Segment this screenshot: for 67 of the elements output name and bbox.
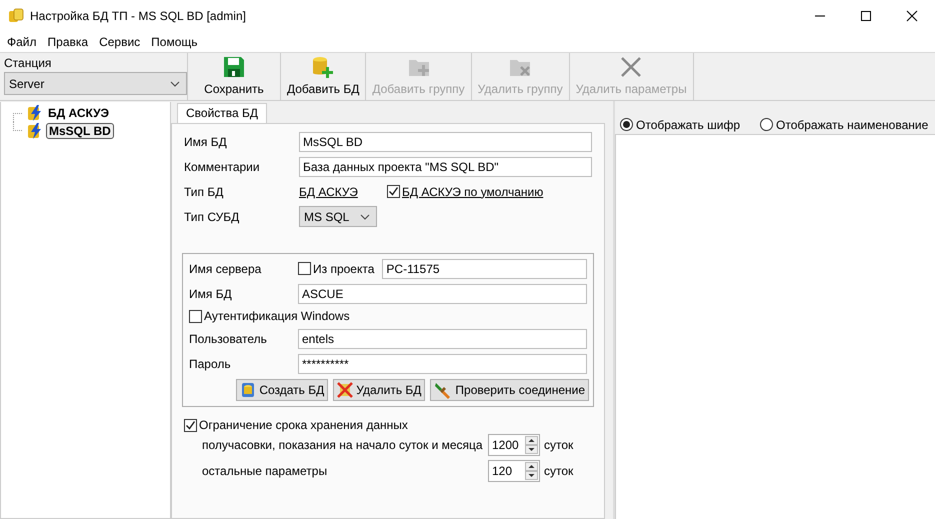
spinner-arrows-icon: [525, 462, 538, 480]
tree-line: [13, 122, 22, 131]
input-field[interactable]: MsSQL BD: [299, 132, 592, 152]
database-bolt-icon: [27, 105, 43, 121]
radio-button[interactable]: [620, 118, 633, 131]
cross-icon: [619, 55, 644, 79]
database-bolt-icon: [27, 123, 43, 139]
tree-item[interactable]: БД АСКУЭ: [46, 106, 112, 120]
checkbox-label: Из проекта: [313, 262, 374, 276]
check-icon: [388, 186, 399, 197]
close-icon: [906, 10, 918, 22]
menu-item[interactable]: Правка: [48, 34, 88, 48]
menu-item[interactable]: Файл: [7, 34, 37, 48]
field-label: Тип СУБД: [184, 210, 240, 224]
field-label: Комментарии: [184, 160, 261, 174]
field-label: Имя БД: [184, 134, 228, 148]
tab[interactable]: Свойства БД: [177, 103, 268, 123]
radio-label: Отображать шифр: [636, 118, 740, 132]
checkbox[interactable]: [387, 185, 400, 198]
station-label: Станция: [4, 56, 52, 70]
dbms-dropdown[interactable]: MS SQL: [299, 206, 377, 227]
tree-item[interactable]: MsSQL BD: [46, 123, 114, 139]
checkbox[interactable]: [189, 310, 202, 322]
checkbox-label: Аутентификация Windows: [204, 309, 350, 323]
spin-field[interactable]: 1200: [488, 434, 540, 456]
field-label: Тип БД: [184, 184, 224, 198]
maximize-icon: [860, 10, 872, 22]
toolbar-button[interactable]: Сохранить: [188, 53, 281, 100]
field-label: Имя БД: [189, 286, 233, 300]
spinner-arrows-icon: [525, 436, 538, 454]
action-button[interactable]: Удалить БД: [333, 379, 426, 401]
checkbox[interactable]: [298, 262, 311, 275]
field-label: Пользователь: [189, 332, 268, 346]
chevron-down-icon: [170, 80, 180, 86]
menu-item[interactable]: Сервис: [99, 34, 140, 48]
toolbar-button[interactable]: Добавить БД: [281, 53, 366, 100]
action-button[interactable]: Создать БД: [236, 379, 328, 401]
checkbox-label: Ограничение срока хранения данных: [199, 418, 408, 432]
spin-field[interactable]: 120: [488, 460, 540, 482]
window-title: Настройка БД ТП - MS SQL BD [admin]: [30, 8, 246, 22]
database-plus-icon: [311, 55, 336, 79]
checkbox[interactable]: [184, 418, 197, 432]
field-label: остальные параметры: [202, 464, 328, 478]
field-label: Имя сервера: [189, 262, 262, 276]
database-cross-icon: [337, 382, 354, 398]
field-label: получасовки, показания на начало суток и месяца: [202, 438, 484, 452]
action-button[interactable]: Проверить соединение: [430, 379, 589, 401]
link[interactable]: БД АСКУЭ: [299, 184, 387, 198]
unit-label: суток: [544, 438, 574, 452]
field-label: Пароль: [189, 356, 232, 370]
check-icon: [185, 420, 196, 430]
password-field[interactable]: **********: [298, 354, 587, 374]
radio-label: Отображать наименование: [776, 118, 928, 132]
plug-icon: [434, 381, 452, 399]
chevron-down-icon: [360, 214, 370, 220]
input-field[interactable]: База данных проекта "MS SQL BD": [299, 156, 592, 176]
app-icon: [8, 8, 24, 24]
input-field[interactable]: ASCUE: [298, 284, 587, 304]
radio-button[interactable]: [760, 118, 773, 131]
database-icon: [240, 382, 256, 398]
input-field[interactable]: entels: [298, 328, 587, 348]
menu-item[interactable]: Помощь: [151, 34, 198, 48]
input-field[interactable]: PC-11575: [382, 258, 587, 278]
link[interactable]: БД АСКУЭ по умолчанию: [402, 184, 544, 198]
unit-label: суток: [544, 464, 574, 478]
tree-line: [13, 113, 22, 122]
station-dropdown[interactable]: Server: [4, 72, 187, 95]
